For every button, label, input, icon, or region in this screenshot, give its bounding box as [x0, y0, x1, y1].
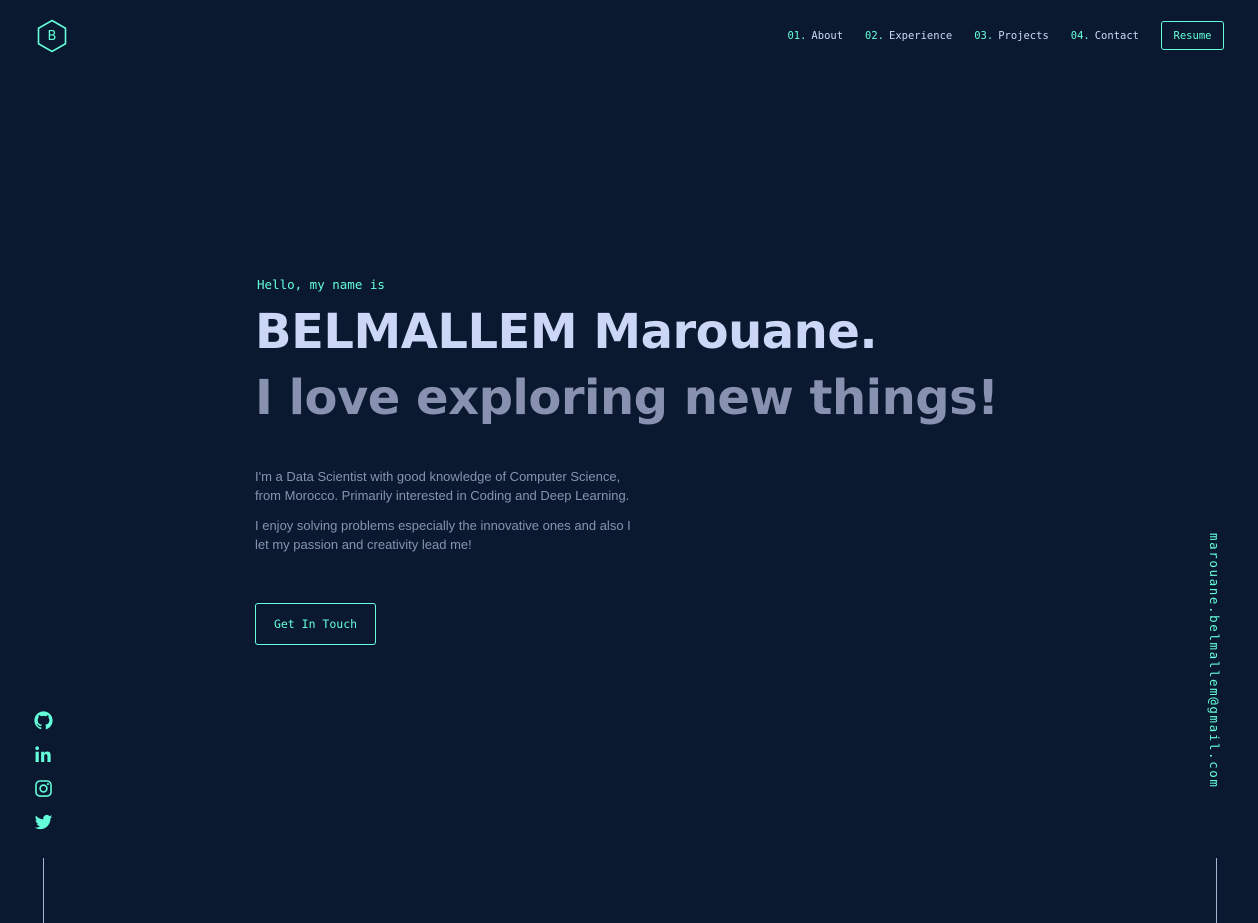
hero-tagline: I love exploring new things! — [255, 370, 999, 426]
logo-link[interactable]: B — [36, 19, 68, 53]
nav-item-contact[interactable]: 04. Contact — [1071, 30, 1139, 42]
instagram-icon — [34, 779, 52, 797]
left-divider-line — [43, 858, 44, 923]
hero-bio: I'm a Data Scientist with good knowledge… — [255, 467, 645, 554]
github-link[interactable] — [33, 710, 53, 730]
hero-section: Hello, my name is BELMALLEM Marouane. I … — [255, 277, 999, 554]
nav-item-experience[interactable]: 02. Experience — [865, 30, 952, 42]
nav-number: 02. — [865, 29, 884, 42]
nav-number: 04. — [1070, 29, 1090, 42]
logo-letter: B — [47, 28, 57, 44]
hero-greeting: Hello, my name is — [257, 277, 385, 292]
twitter-icon — [34, 814, 52, 829]
main-nav: 01. About 02. Experience 03. Projects 04. Co… — [787, 21, 1224, 50]
linkedin-link[interactable] — [33, 744, 53, 764]
nav-item-projects[interactable]: 03. Projects — [974, 30, 1049, 42]
linkedin-icon — [34, 745, 51, 762]
bio-paragraph: I'm a Data Scientist with good knowledge… — [255, 469, 630, 503]
social-links — [33, 710, 53, 846]
nav-item-about[interactable]: 01. About — [787, 30, 843, 42]
nav-number: 01. — [787, 29, 807, 42]
instagram-link[interactable] — [33, 778, 53, 798]
hero-name: BELMALLEM Marouane. — [255, 304, 878, 360]
nav-number: 03. — [974, 29, 994, 42]
nav-label: About — [811, 29, 844, 42]
nav-label: Experience — [889, 29, 953, 42]
bio-paragraph: I enjoy solving problems especially the … — [255, 518, 631, 552]
github-icon — [33, 710, 53, 729]
resume-button[interactable]: Resume — [1161, 21, 1224, 50]
nav-label: Contact — [1094, 29, 1139, 42]
twitter-link[interactable] — [33, 812, 53, 832]
nav-label: Projects — [998, 29, 1049, 42]
get-in-touch-button[interactable]: Get In Touch — [255, 603, 376, 645]
email-link[interactable]: marouane.belmallem@gmail.com — [1207, 533, 1222, 789]
right-divider-line — [1216, 858, 1217, 923]
